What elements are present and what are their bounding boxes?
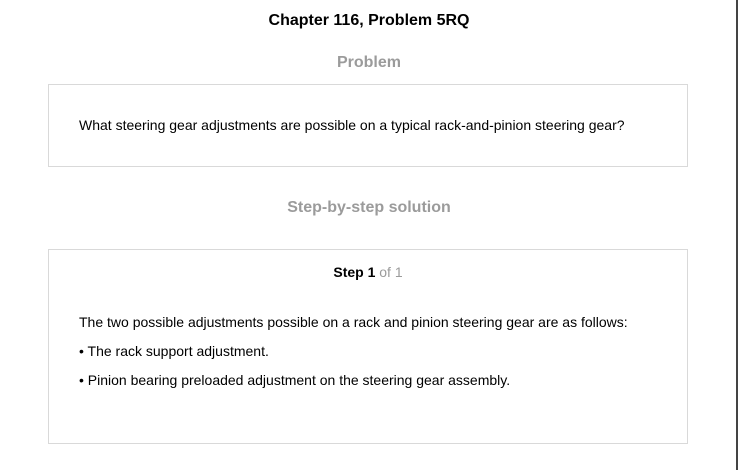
step-header: Step 1 of 1 — [49, 263, 687, 281]
solution-bullet-pinion-preload: • Pinion bearing preloaded adjustment on… — [79, 372, 511, 388]
problem-card: What steering gear adjustments are possi… — [48, 84, 688, 167]
solution-card: Step 1 of 1 The two possible adjustments… — [48, 249, 688, 444]
solution-bullet-rack-support: • The rack support adjustment. — [79, 343, 269, 359]
step-count: of 1 — [375, 264, 403, 280]
solution-heading: Step-by-step solution — [287, 199, 451, 216]
problem-heading: Problem — [336, 54, 401, 71]
page-title: Chapter 116, Problem 5RQ — [268, 12, 470, 29]
step-label: Step 1 — [333, 264, 376, 280]
solution-intro: The two possible adjustments possible on… — [79, 314, 628, 330]
problem-question: What steering gear adjustments are possi… — [79, 117, 625, 133]
